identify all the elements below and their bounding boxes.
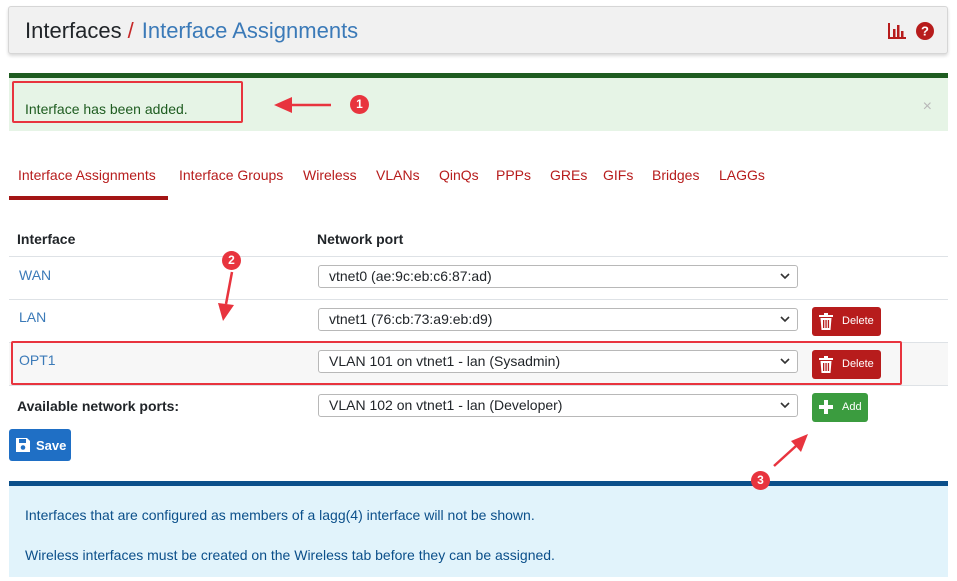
breadcrumb-current[interactable]: Interface Assignments: [142, 18, 358, 43]
save-icon: [16, 438, 30, 452]
tab-laggs[interactable]: LAGGs: [719, 167, 765, 183]
breadcrumb: Interfaces / Interface Assignments: [25, 17, 358, 45]
interface-link-lan[interactable]: LAN: [19, 309, 46, 325]
annotation-box-opt1: [11, 341, 902, 385]
add-button[interactable]: Add: [812, 393, 868, 422]
annotation-badge-2: 2: [222, 251, 241, 270]
annotation-badge-1: 1: [350, 95, 369, 114]
active-tab-indicator: [9, 196, 168, 200]
annotation-box-alert: [12, 81, 243, 123]
tab-gres[interactable]: GREs: [550, 167, 587, 183]
delete-button-label: Delete: [842, 315, 874, 327]
tab-vlans[interactable]: VLANs: [376, 167, 420, 183]
tab-qinqs[interactable]: QinQs: [439, 167, 479, 183]
interface-link-wan[interactable]: WAN: [19, 267, 51, 283]
tab-ppps[interactable]: PPPs: [496, 167, 531, 183]
bar-chart-icon[interactable]: [887, 22, 907, 40]
tab-gifs[interactable]: GIFs: [603, 167, 633, 183]
select-value: vtnet0 (ae:9c:eb:c6:87:ad): [329, 268, 492, 284]
tab-interface-assignments[interactable]: Interface Assignments: [18, 167, 156, 183]
svg-text:?: ?: [921, 24, 929, 39]
tab-wireless[interactable]: Wireless: [303, 167, 357, 183]
tab-bar: Interface Assignments Interface Groups W…: [9, 160, 948, 200]
table-row-available: Available network ports: VLAN 102 on vtn…: [9, 385, 948, 427]
column-header-network-port: Network port: [317, 231, 404, 247]
table-row-lan: LAN vtnet1 (76:cb:73:a9:eb:d9) Delete: [9, 299, 948, 342]
info-panel: Interfaces that are configured as member…: [9, 481, 948, 577]
breadcrumb-root[interactable]: Interfaces: [25, 18, 122, 43]
available-port-select[interactable]: VLAN 102 on vtnet1 - lan (Developer): [318, 394, 798, 417]
chevron-down-icon: [780, 273, 790, 280]
chevron-down-icon: [780, 316, 790, 323]
info-text-wireless: Wireless interfaces must be created on t…: [25, 547, 555, 563]
trash-icon: [819, 313, 833, 330]
plus-icon: [819, 400, 833, 414]
table-row-wan: WAN vtnet0 (ae:9c:eb:c6:87:ad): [9, 256, 948, 299]
delete-button-lan[interactable]: Delete: [812, 307, 881, 336]
save-button[interactable]: Save: [9, 429, 71, 461]
tab-interface-groups[interactable]: Interface Groups: [179, 167, 283, 183]
page-header: Interfaces / Interface Assignments ?: [8, 6, 948, 54]
annotation-badge-3: 3: [751, 471, 770, 490]
help-icon[interactable]: ?: [916, 22, 934, 40]
info-text-lagg: Interfaces that are configured as member…: [25, 507, 535, 523]
select-value: vtnet1 (76:cb:73:a9:eb:d9): [329, 311, 493, 327]
network-port-select-wan[interactable]: vtnet0 (ae:9c:eb:c6:87:ad): [318, 265, 798, 288]
chevron-down-icon: [780, 402, 790, 409]
save-button-label: Save: [36, 438, 67, 453]
add-button-label: Add: [842, 401, 862, 413]
select-value: VLAN 102 on vtnet1 - lan (Developer): [329, 397, 563, 413]
available-ports-label: Available network ports:: [17, 398, 180, 414]
close-icon[interactable]: ×: [923, 98, 932, 116]
network-port-select-lan[interactable]: vtnet1 (76:cb:73:a9:eb:d9): [318, 308, 798, 331]
tab-bridges[interactable]: Bridges: [652, 167, 699, 183]
breadcrumb-separator: /: [127, 18, 134, 43]
column-header-interface: Interface: [17, 231, 76, 247]
